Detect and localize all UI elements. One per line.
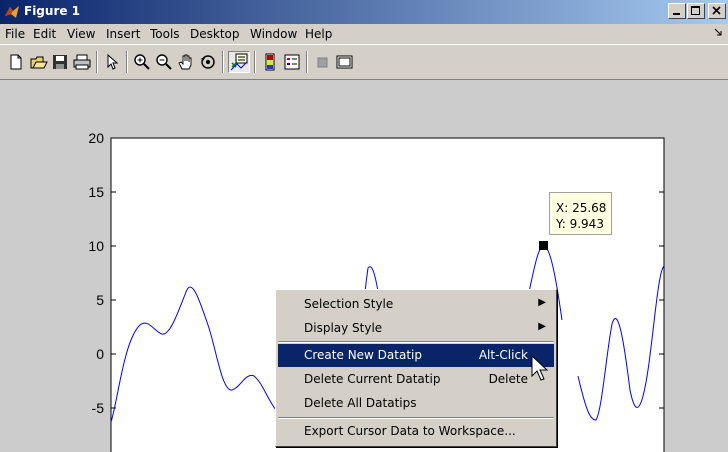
legend-icon — [284, 54, 300, 70]
colorbar-button[interactable] — [260, 52, 280, 72]
y-tick-label: 15 — [88, 184, 104, 200]
menu-help[interactable]: Help — [305, 27, 332, 41]
datatip-y: Y: 9.943 — [556, 217, 604, 231]
hide-plot-tools-icon — [317, 57, 328, 68]
toolbar-separator — [126, 51, 128, 73]
toolbar-separator — [306, 51, 308, 73]
datatip-box[interactable]: X: 25.68 Y: 9.943 — [549, 192, 612, 235]
matlab-icon — [5, 6, 19, 18]
minimize-icon — [673, 13, 680, 15]
window-title: Figure 1 — [24, 4, 81, 18]
zoom-in-button[interactable] — [132, 52, 152, 72]
datatip-x: X: 25.68 — [556, 201, 607, 215]
submenu-arrow-icon: ▶ — [538, 297, 546, 308]
close-button[interactable] — [708, 3, 726, 19]
pan-button[interactable] — [176, 52, 196, 72]
colorbar-icon — [265, 53, 275, 71]
menu-item-selection-style[interactable]: Selection Style ▶ — [278, 293, 554, 316]
menu-item-delete-current-datatip[interactable]: Delete Current Datatip Delete — [278, 368, 554, 391]
print-button[interactable] — [72, 52, 92, 72]
save-disk-icon — [53, 55, 67, 69]
zoom-out-button[interactable] — [154, 52, 174, 72]
new-figure-button[interactable] — [6, 52, 26, 72]
menu-item-delete-all-datatips[interactable]: Delete All Datatips — [278, 392, 554, 415]
y-tick-label: 5 — [96, 292, 104, 308]
menu-item-display-style[interactable]: Display Style ▶ — [278, 317, 554, 340]
menu-item-create-new-datatip[interactable]: Create New Datatip Alt-Click — [278, 344, 554, 367]
save-button[interactable] — [50, 52, 70, 72]
close-icon — [712, 6, 721, 15]
y-tick-label: 10 — [88, 238, 104, 254]
datatip-marker[interactable] — [539, 241, 548, 250]
menu-bar: File Edit View Insert Tools Desktop Wind… — [0, 24, 728, 44]
title-bar[interactable]: Figure 1 — [0, 0, 728, 24]
menubar-overflow-icon[interactable] — [714, 28, 722, 36]
new-file-icon — [10, 54, 22, 70]
arrow-cursor-icon — [107, 53, 119, 70]
hand-icon — [178, 54, 192, 70]
show-plot-tools-button[interactable] — [334, 52, 354, 72]
figure-window: Figure 1 File Edit View Insert Tools Des… — [0, 0, 728, 452]
rotate-3d-button[interactable] — [198, 52, 218, 72]
data-cursor-icon — [230, 53, 248, 71]
zoom-in-icon — [134, 54, 150, 70]
y-tick-label: 0 — [96, 346, 104, 362]
show-plot-tools-icon — [336, 55, 353, 69]
zoom-out-icon — [156, 54, 172, 70]
toolbar-separator — [222, 51, 224, 73]
menu-file[interactable]: File — [5, 27, 25, 41]
menu-window[interactable]: Window — [250, 27, 297, 41]
menu-separator — [278, 417, 554, 419]
menu-separator — [278, 341, 554, 343]
menu-desktop[interactable]: Desktop — [190, 27, 240, 41]
datatip-context-menu: Selection Style ▶ Display Style ▶ Create… — [275, 289, 557, 447]
toolbar-separator — [254, 51, 256, 73]
rotate-3d-icon — [201, 55, 215, 69]
submenu-arrow-icon: ▶ — [538, 321, 546, 332]
maximize-button[interactable] — [687, 3, 705, 19]
menu-insert[interactable]: Insert — [106, 27, 140, 41]
hide-plot-tools-button[interactable] — [312, 52, 332, 72]
minimize-button[interactable] — [668, 3, 686, 19]
data-cursor-button[interactable] — [228, 51, 250, 73]
menu-item-export-cursor-data[interactable]: Export Cursor Data to Workspace... — [278, 420, 554, 443]
open-file-button[interactable] — [29, 52, 49, 72]
open-folder-icon — [30, 56, 48, 69]
figure-toolbar — [0, 44, 728, 80]
y-tick-label: 20 — [88, 130, 104, 146]
menu-tools[interactable]: Tools — [150, 27, 180, 41]
menu-view[interactable]: View — [67, 27, 95, 41]
menu-edit[interactable]: Edit — [33, 27, 56, 41]
maximize-icon — [691, 6, 700, 15]
toolbar-separator — [96, 51, 98, 73]
y-tick-label: -5 — [92, 400, 105, 416]
printer-icon — [73, 54, 91, 70]
edit-plot-button[interactable] — [102, 52, 122, 72]
legend-button[interactable] — [282, 52, 302, 72]
mouse-pointer-icon — [531, 355, 549, 381]
